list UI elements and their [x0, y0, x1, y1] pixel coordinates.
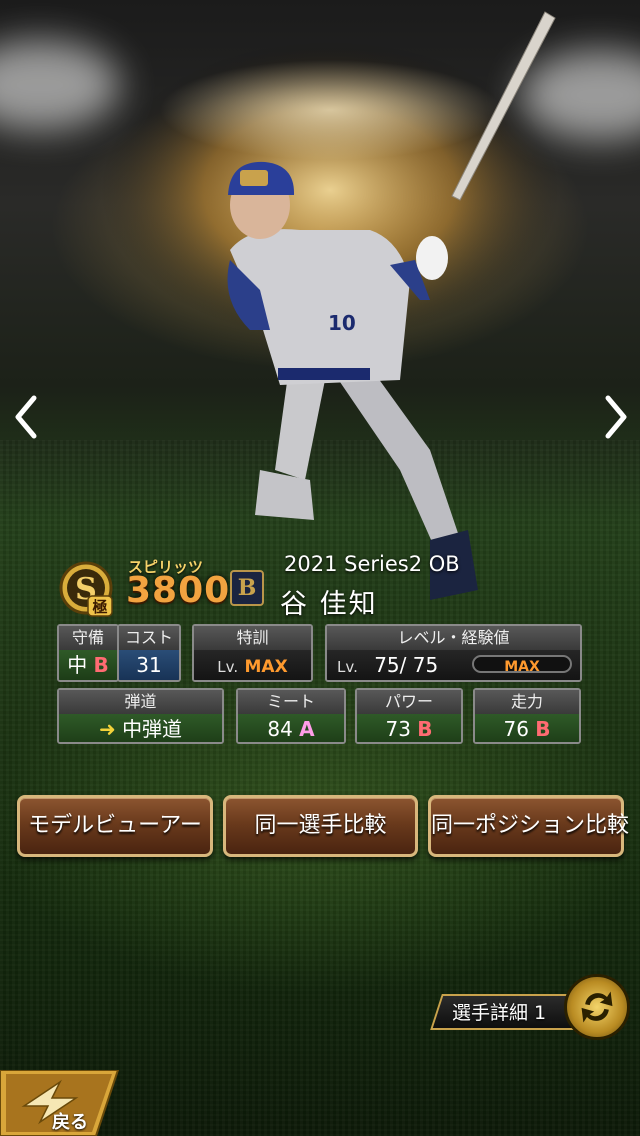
training-lv-label: Lv. [217, 658, 239, 676]
power-number: 73 [385, 717, 411, 741]
cost-label: コスト [119, 626, 179, 650]
swap-cycle-icon[interactable] [564, 974, 630, 1040]
cost-box: コスト 31 [117, 624, 181, 682]
svg-text:10: 10 [328, 311, 356, 335]
level-number: 75/ 75 [374, 653, 439, 677]
player-detail-label[interactable]: 選手詳細 1 [452, 998, 546, 1025]
trajectory-box: 弾道 ➜ 中弾道 [57, 688, 224, 744]
next-arrow-icon[interactable] [596, 392, 636, 442]
level-box: レベル・経験値 Lv. 75/ 75 MAX [325, 624, 582, 682]
series-label: 2021 Series2 OB [284, 552, 460, 576]
defense-value: 中 B [59, 650, 117, 680]
meet-box: ミート 84 A [236, 688, 346, 744]
model-viewer-button[interactable]: モデルビューアー [17, 795, 213, 857]
same-position-compare-button[interactable]: 同一ポジション比較 [428, 795, 629, 857]
team-logo: B [230, 570, 264, 606]
run-number: 76 [503, 717, 529, 741]
defense-box: 守備 中 B [57, 624, 119, 682]
trajectory-text: 中弾道 [122, 717, 183, 741]
power-value: 73 B [357, 714, 461, 742]
trajectory-arrow-icon: ➜ [98, 717, 116, 741]
rank-badge: S 極 [59, 561, 113, 617]
trajectory-value: ➜ 中弾道 [59, 714, 222, 742]
level-exp-max: MAX [504, 659, 540, 675]
defense-grade: B [93, 653, 109, 677]
level-label: レベル・経験値 [327, 626, 580, 650]
run-box: 走力 76 B [473, 688, 581, 744]
run-grade: B [535, 717, 551, 741]
meet-number: 84 [267, 717, 293, 741]
run-label: 走力 [475, 690, 579, 714]
training-box: 特訓 Lv. MAX [192, 624, 313, 682]
back-label[interactable]: 戻る [52, 1108, 88, 1134]
player-illustration: 10 [100, 11, 560, 600]
svg-text:極: 極 [91, 598, 107, 616]
previous-arrow-icon[interactable] [6, 392, 46, 442]
meet-value: 84 A [238, 714, 344, 742]
meet-label: ミート [238, 690, 344, 714]
power-grade: B [417, 717, 433, 741]
defense-label: 守備 [59, 626, 117, 650]
power-label: パワー [357, 690, 461, 714]
player-card-screen: 10 S 極 スピリッツ 3800 B 2021 Series2 OB 谷 佳知… [0, 0, 640, 1136]
training-label: 特訓 [194, 626, 311, 650]
same-player-compare-button[interactable]: 同一選手比較 [223, 795, 418, 857]
meet-grade: A [299, 717, 315, 741]
cost-value: 31 [119, 650, 179, 680]
training-max: MAX [244, 657, 288, 677]
training-value: Lv. MAX [194, 650, 311, 680]
level-exp-bar: MAX [472, 655, 572, 675]
defense-position: 中 [67, 653, 88, 677]
trajectory-label: 弾道 [59, 690, 222, 714]
player-name: 谷 佳知 [280, 589, 378, 620]
run-value: 76 B [475, 714, 579, 742]
spirits-value: 3800 [126, 570, 231, 611]
level-value: Lv. 75/ 75 MAX [327, 650, 580, 680]
power-box: パワー 73 B [355, 688, 463, 744]
level-lv-label: Lv. [337, 658, 358, 676]
